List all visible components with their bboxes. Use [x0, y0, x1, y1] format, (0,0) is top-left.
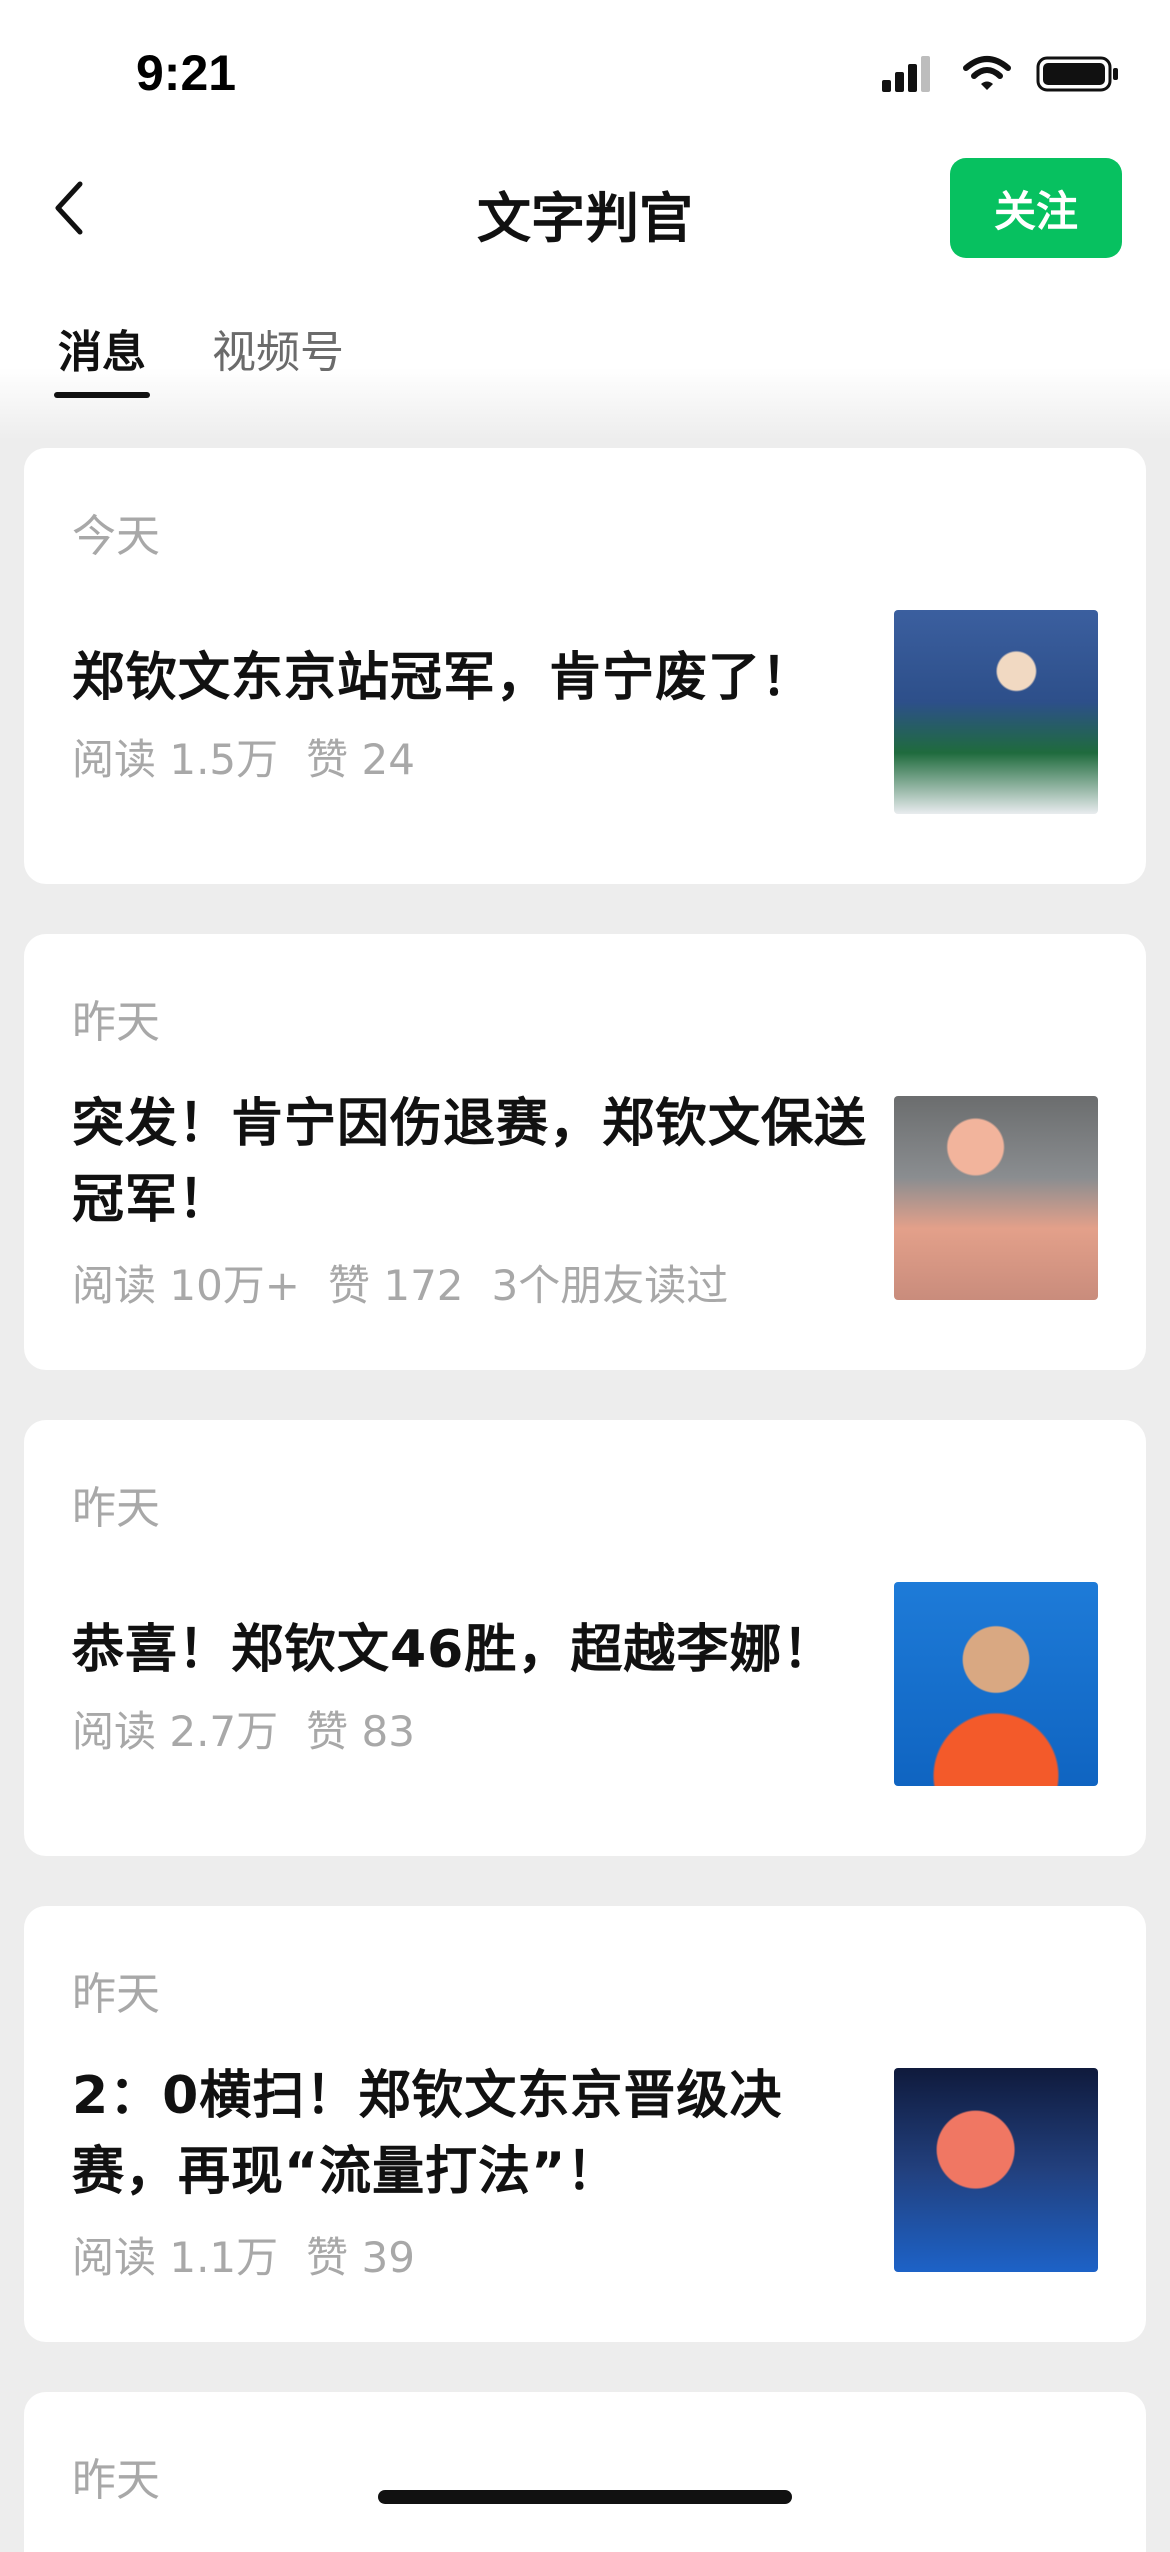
signal-icon — [882, 54, 938, 98]
article-card[interactable]: 昨天 突发！肯宁因伤退赛，郑钦文保送冠军！ 阅读 10万+ 赞 172 3个朋友读过 — [24, 934, 1146, 1370]
article-thumbnail — [894, 610, 1098, 814]
article-card[interactable]: 昨天 恭喜！郑钦文46胜，超越李娜！ 阅读 2.7万赞 83 — [24, 1420, 1146, 1856]
status-bar: 9:21 — [0, 0, 1170, 140]
tab-label: 消息 — [58, 327, 146, 378]
article-date: 今天 — [72, 511, 160, 562]
nav-bar: 文字判官 关注 — [0, 140, 1170, 280]
article-date: 昨天 — [72, 1969, 160, 2020]
like-count: 赞 39 — [306, 2233, 415, 2282]
status-icons — [882, 54, 1120, 98]
article-date: 昨天 — [72, 2455, 160, 2506]
article-title: 郑钦文东京站冠军，肯宁废了！ — [72, 648, 815, 708]
friends-read: 3个朋友读过 — [491, 1261, 729, 1310]
article-thumbnail — [894, 1096, 1098, 1300]
read-count: 阅读 10万+ — [72, 1261, 300, 1310]
article-card[interactable]: 昨天 2：0横扫！郑钦文东京晋级决赛，再现“流量打法”！ 阅读 1.1万赞 39 — [24, 1906, 1146, 2342]
like-count: 赞 172 — [328, 1261, 464, 1310]
article-date: 昨天 — [72, 1483, 160, 1534]
article-title: 恭喜！郑钦文46胜，超越李娜！ — [72, 1620, 836, 1680]
tab-messages[interactable]: 消息 — [54, 316, 150, 398]
article-card[interactable]: 今天 郑钦文东京站冠军，肯宁废了！ 阅读 1.5万赞 24 — [24, 448, 1146, 884]
follow-button[interactable]: 关注 — [950, 158, 1122, 258]
home-indicator[interactable] — [378, 2490, 792, 2504]
article-thumbnail — [894, 2068, 1098, 2272]
article-meta: 阅读 1.5万赞 24 — [72, 726, 443, 787]
wifi-icon — [962, 54, 1012, 98]
article-title: 2：0横扫！郑钦文东京晋级决赛，再现“流量打法”！ — [72, 2066, 783, 2202]
article-meta: 阅读 2.7万赞 83 — [72, 1698, 443, 1759]
like-count: 赞 24 — [306, 735, 415, 784]
read-count: 阅读 1.5万 — [72, 735, 279, 784]
tab-active-indicator — [54, 392, 150, 398]
article-meta: 阅读 1.1万赞 39 — [72, 2224, 443, 2285]
read-count: 阅读 1.1万 — [72, 2233, 279, 2282]
article-thumbnail — [894, 1582, 1098, 1786]
article-card[interactable]: 昨天 — [24, 2392, 1146, 2552]
status-time: 9:21 — [136, 45, 237, 101]
tab-label: 视频号 — [212, 327, 344, 378]
tab-bar: 消息 视频号 — [0, 280, 1170, 440]
article-title: 突发！肯宁因伤退赛，郑钦文保送冠军！ — [72, 1094, 868, 1230]
tab-channels[interactable]: 视频号 — [212, 316, 344, 380]
read-count: 阅读 2.7万 — [72, 1707, 279, 1756]
article-date: 昨天 — [72, 997, 160, 1048]
battery-icon — [1036, 54, 1120, 98]
like-count: 赞 83 — [306, 1707, 415, 1756]
article-meta: 阅读 10万+ 赞 172 3个朋友读过 — [72, 1252, 756, 1313]
